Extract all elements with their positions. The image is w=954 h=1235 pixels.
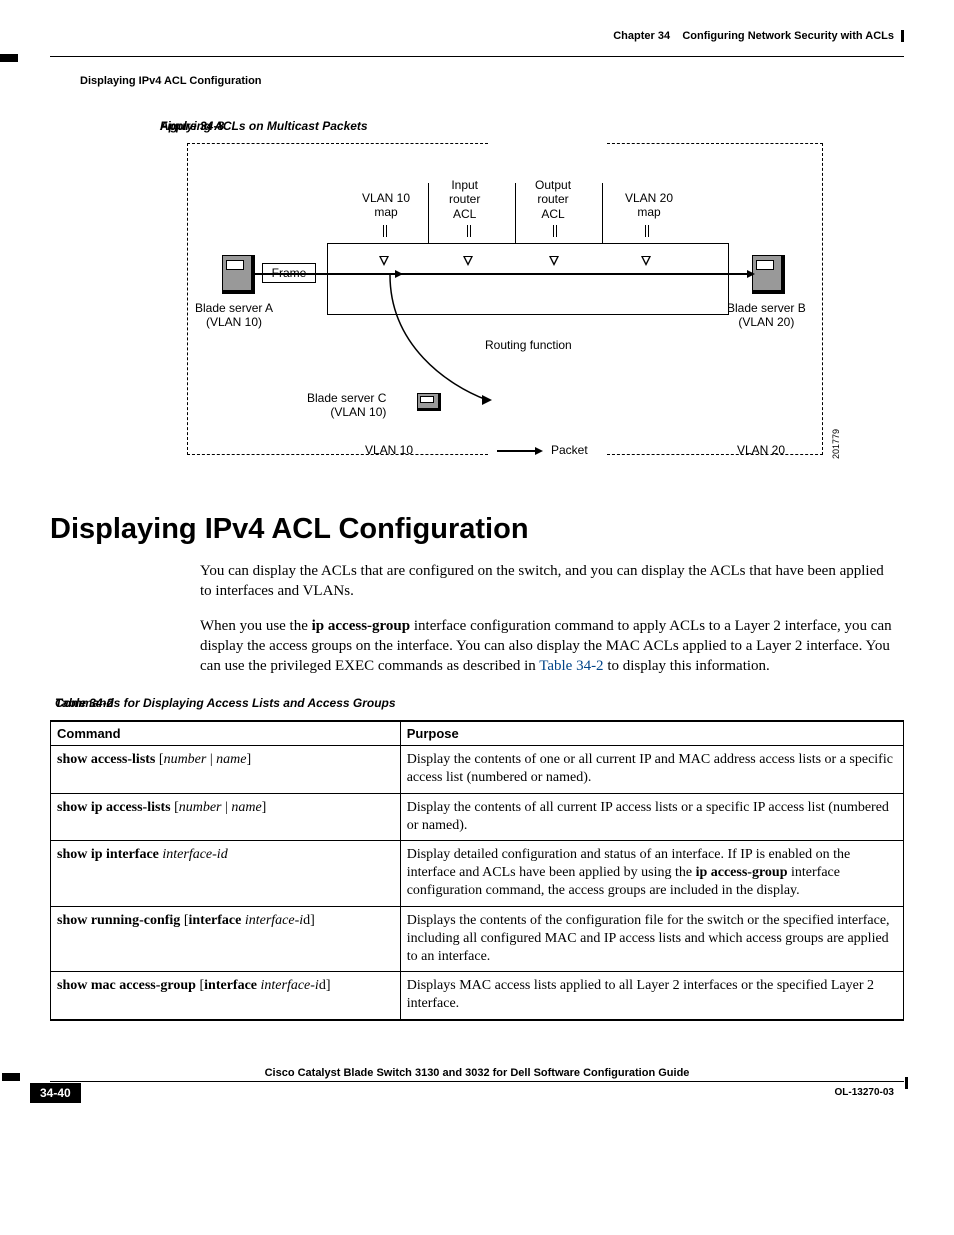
stub3 bbox=[553, 225, 554, 237]
table-row: show running-config [interface interface… bbox=[51, 906, 904, 972]
footer-tick bbox=[905, 1077, 908, 1089]
legend-line bbox=[497, 450, 537, 452]
table-ref-link[interactable]: Table 34-2 bbox=[539, 658, 603, 674]
cmd: ] bbox=[262, 800, 267, 815]
packet-label: Packet bbox=[551, 443, 588, 457]
cmd: number bbox=[179, 800, 222, 815]
purpose-cell: Displays MAC access lists applied to all… bbox=[400, 972, 903, 1020]
body-paragraph-1: You can display the ACLs that are config… bbox=[200, 561, 894, 602]
cmd: interface-i bbox=[245, 913, 303, 928]
stub4 bbox=[645, 225, 646, 237]
cmd: interface bbox=[188, 913, 244, 928]
p2-text-a: When you use the bbox=[200, 618, 312, 634]
arrow1 bbox=[379, 256, 389, 266]
figure-diagram: VLAN 10 map Input router ACL Output rout… bbox=[127, 143, 827, 483]
input-acl-label: Input router ACL bbox=[449, 178, 480, 221]
cmd: show mac access-group bbox=[57, 978, 199, 993]
vlan10-map-label: VLAN 10 map bbox=[362, 191, 410, 220]
page-footer: Cisco Catalyst Blade Switch 3130 and 303… bbox=[50, 1081, 904, 1121]
table-row: show ip access-lists [number | name] Dis… bbox=[51, 793, 904, 840]
footer-bar bbox=[2, 1073, 20, 1081]
commands-table: Command Purpose show access-lists [numbe… bbox=[50, 720, 904, 1020]
chapter-number: Chapter 34 bbox=[613, 30, 670, 42]
blade-c-label: Blade server C (VLAN 10) bbox=[307, 391, 386, 420]
body-paragraph-2: When you use the ip access-group interfa… bbox=[200, 616, 894, 677]
cmd: | bbox=[206, 752, 216, 767]
output-acl-label: Output router ACL bbox=[535, 178, 571, 221]
col-header-command: Command bbox=[51, 721, 401, 746]
cmd-cell: show running-config [interface interface… bbox=[51, 906, 401, 972]
header-bar bbox=[0, 54, 18, 62]
sep3 bbox=[602, 183, 603, 243]
figure-image-id: 201779 bbox=[831, 429, 841, 459]
col-header-purpose: Purpose bbox=[400, 721, 903, 746]
legend-arrow bbox=[535, 447, 543, 455]
cmd: show ip access-lists bbox=[57, 800, 174, 815]
cmd: number bbox=[164, 752, 207, 767]
chapter-title: Configuring Network Security with ACLs bbox=[682, 30, 894, 42]
cmd: interface bbox=[204, 978, 260, 993]
pkt-arrow2 bbox=[747, 270, 755, 278]
sep2 bbox=[515, 183, 516, 243]
footer-rule bbox=[50, 1081, 904, 1082]
sep1 bbox=[428, 183, 429, 243]
cmd-cell: show ip interface interface-id bbox=[51, 841, 401, 907]
vlan20-label: VLAN 20 bbox=[737, 443, 785, 457]
cmd-cell: show access-lists [number | name] bbox=[51, 746, 401, 793]
server-icon-b bbox=[752, 255, 785, 294]
table-header-row: Command Purpose bbox=[51, 721, 904, 746]
purpose-cmd: ip access-group bbox=[696, 865, 788, 880]
vlan10-label: VLAN 10 bbox=[365, 443, 413, 457]
cmd: name bbox=[231, 800, 261, 815]
stub2 bbox=[467, 225, 468, 237]
arrow2 bbox=[463, 256, 473, 266]
page-number-badge: 34-40 bbox=[30, 1083, 81, 1103]
figure-caption: Figure 34-8 Applying ACLs on Multicast P… bbox=[160, 119, 904, 133]
stub1 bbox=[383, 225, 384, 237]
branch-curve bbox=[387, 275, 507, 405]
figure-label: Figure 34-8 bbox=[160, 119, 224, 133]
purpose-cell: Displays the contents of the configurati… bbox=[400, 906, 903, 972]
purpose-cell: Display the contents of one or all curre… bbox=[400, 746, 903, 793]
blade-a-label: Blade server A (VLAN 10) bbox=[195, 301, 273, 330]
server-icon-a bbox=[222, 255, 255, 294]
cmd: interface-id bbox=[162, 847, 227, 862]
cmd: show access-lists bbox=[57, 752, 159, 767]
cmd: | bbox=[222, 800, 232, 815]
purpose-cell: Display the contents of all current IP a… bbox=[400, 793, 903, 840]
table-caption: Table 34-2 Commands for Displaying Acces… bbox=[55, 696, 904, 710]
arrow3 bbox=[549, 256, 559, 266]
table-label: Table 34-2 bbox=[55, 696, 113, 710]
table-row: show access-lists [number | name] Displa… bbox=[51, 746, 904, 793]
cmd: show ip interface bbox=[57, 847, 162, 862]
vlan20-map-label: VLAN 20 map bbox=[625, 191, 673, 220]
p2-text-e: to display this information. bbox=[604, 658, 770, 674]
footer-book-title: Cisco Catalyst Blade Switch 3130 and 303… bbox=[50, 1067, 904, 1079]
page-header: Chapter 34 Configuring Network Security … bbox=[50, 30, 904, 50]
cmd: d] bbox=[303, 913, 315, 928]
document-id: OL-13270-03 bbox=[835, 1087, 894, 1098]
cmd-cell: show ip access-lists [number | name] bbox=[51, 793, 401, 840]
cmd: show running-config bbox=[57, 913, 184, 928]
cmd: d] bbox=[319, 978, 331, 993]
cmd: name bbox=[216, 752, 246, 767]
cmd: interface-i bbox=[261, 978, 319, 993]
table-row: show mac access-group [interface interfa… bbox=[51, 972, 904, 1020]
cmd-cell: show mac access-group [interface interfa… bbox=[51, 972, 401, 1020]
purpose-cell: Display detailed configuration and statu… bbox=[400, 841, 903, 907]
blade-b-label: Blade server B (VLAN 20) bbox=[727, 301, 806, 330]
p2-cmd: ip access-group bbox=[312, 618, 410, 634]
table-row: show ip interface interface-id Display d… bbox=[51, 841, 904, 907]
cmd: ] bbox=[246, 752, 251, 767]
section-heading: Displaying IPv4 ACL Configuration bbox=[50, 513, 904, 546]
arrow4 bbox=[641, 256, 651, 266]
header-section-name: Displaying IPv4 ACL Configuration bbox=[80, 75, 262, 87]
